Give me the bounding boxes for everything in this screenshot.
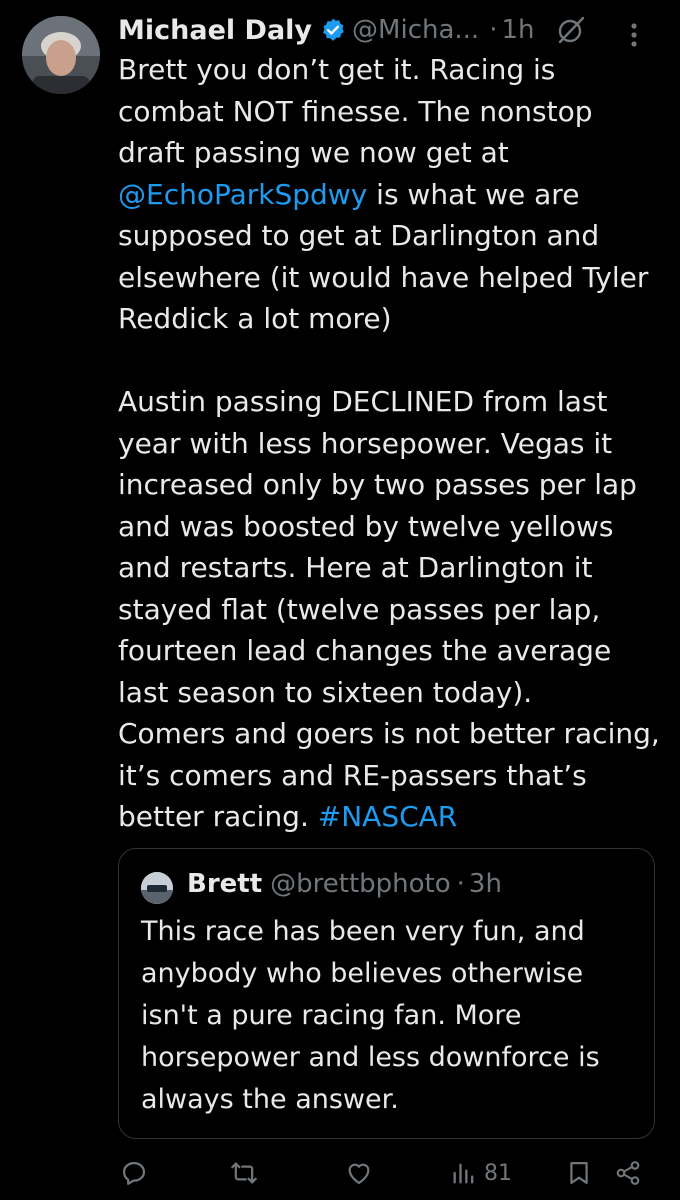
text-line: and restarts. Here at Darlington it [118,551,593,584]
more-icon[interactable] [630,22,638,48]
quote-text: This race has been very fun, and anybody… [141,911,641,1121]
text-line: stayed flat (twelve passes per lap, [118,592,601,626]
text-line: supposed to get at Darlington and [118,219,600,252]
views-button[interactable]: 81 [450,1156,512,1190]
action-bar: 81 [0,1152,680,1192]
mention-link[interactable]: @EchoParkSpdwy [118,178,367,211]
views-icon [453,1163,474,1184]
bookmark-icon [570,1161,588,1185]
retweet-icon [231,1162,257,1184]
quote-time: 3h [468,869,502,899]
text-line: Brett you don’t get it. Racing is [118,53,556,86]
header-separator: · [489,15,498,45]
like-icon [348,1163,370,1185]
quote-header: Brett @brettbphoto · 3h [187,869,502,899]
text-line: draft passing we now get at [118,136,509,169]
grok-icon[interactable] [556,15,586,45]
quote-text-line: anybody who believes otherwise [141,958,584,989]
tweet-time[interactable]: 1h [501,15,534,45]
bookmark-button[interactable] [565,1156,593,1190]
share-button[interactable] [614,1156,642,1190]
text-line: Reddick a lot more) [118,302,392,335]
text-line: increased only by two passes per lap [118,468,637,501]
quote-author-name[interactable]: Brett [187,869,262,899]
quote-text-line: horsepower and less downforce is [141,1042,600,1073]
text-line: year with less horsepower. Vegas it [118,426,613,460]
like-button[interactable] [345,1156,373,1190]
text-line: it’s comers and RE-passers that’s [118,758,587,792]
reply-button[interactable] [120,1156,148,1190]
retweet-button[interactable] [230,1156,258,1190]
tweet-header: Michael Daly @Micha... · 1h [118,10,658,50]
text-line: fourteen lead changes the average [118,634,612,667]
quoted-tweet[interactable]: Brett @brettbphoto · 3h This race has be… [118,848,655,1139]
text-line: and was boosted by twelve yellows [118,509,614,543]
share-icon [616,1161,640,1185]
quote-text-line: This race has been very fun, and [141,916,585,947]
author-name[interactable]: Michael Daly [118,15,312,46]
quote-text-line: isn't a pure racing fan. More [141,1000,522,1031]
hashtag-link[interactable]: #NASCAR [318,800,458,833]
text-line: is what we are [367,177,580,211]
text-line: Comers and goers is not better racing, [118,717,660,750]
quote-avatar[interactable] [141,872,173,904]
text-line: Austin passing DECLINED from last [118,385,608,418]
avatar[interactable] [22,16,100,94]
quote-text-line: always the answer. [141,1084,399,1115]
text-line: elsewhere (it would have helped Tyler [118,260,649,294]
verified-badge-icon [323,18,344,41]
tweet-text: Brett you don’t get it. Racing is combat… [118,49,668,838]
quote-separator: · [456,869,465,899]
author-handle[interactable]: @Micha... [352,15,479,45]
text-line: combat NOT finesse. The nonstop [118,94,593,128]
quote-author-handle[interactable]: @brettbphoto [270,869,451,899]
reply-icon [122,1161,146,1185]
text-line: last season to sixteen today). [118,675,533,709]
views-count: 81 [484,1160,512,1186]
text-line: better racing. [118,800,318,833]
